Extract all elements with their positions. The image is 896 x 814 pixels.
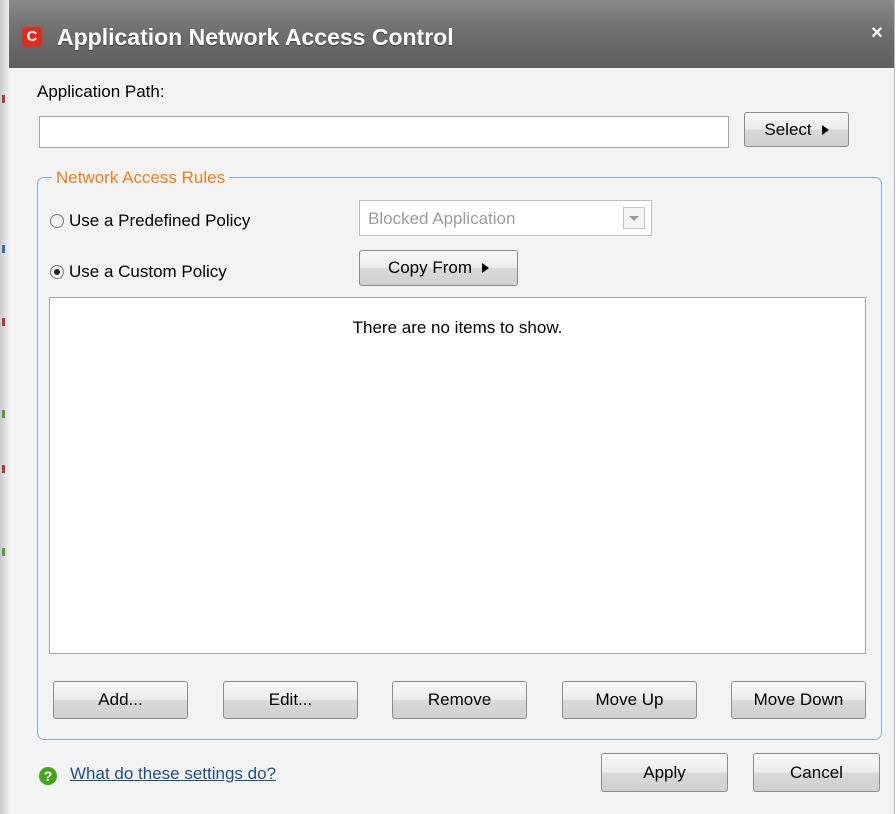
copy-from-label: Copy From (387, 258, 473, 277)
window-title: Application Network Access Control (57, 24, 454, 50)
copy-from-button[interactable]: Copy From (359, 250, 518, 286)
edge-mark (2, 245, 5, 253)
title-bar[interactable]: C Application Network Access Control × (9, 0, 894, 68)
edge-mark (2, 95, 5, 103)
close-icon[interactable]: × (866, 22, 888, 44)
radio-button[interactable] (50, 214, 64, 228)
custom-policy-label: Use a Custom Policy (69, 262, 227, 281)
help-link[interactable]: What do these settings do? (70, 764, 276, 784)
move-up-button[interactable]: Move Up (562, 681, 697, 719)
dropdown-arrow-icon[interactable] (623, 207, 645, 229)
help-icon[interactable]: ? (39, 767, 57, 785)
edge-mark (2, 410, 5, 418)
edge-mark (2, 465, 5, 473)
select-button-label: Select (764, 119, 812, 139)
application-path-input[interactable] (39, 116, 729, 148)
edge-mark (2, 548, 5, 556)
move-down-button[interactable]: Move Down (731, 681, 866, 719)
predefined-policy-radio[interactable]: Use a Predefined Policy (50, 211, 250, 231)
application-path-label: Application Path: (37, 82, 165, 101)
apply-button[interactable]: Apply (601, 753, 728, 792)
rules-list[interactable]: There are no items to show. (49, 297, 866, 654)
add-button[interactable]: Add... (53, 681, 188, 719)
app-logo-icon: C (22, 27, 42, 47)
select-button[interactable]: Select (744, 112, 849, 147)
edge-mark (2, 318, 5, 326)
predefined-policy-label: Use a Predefined Policy (69, 211, 251, 230)
radio-button-selected[interactable] (50, 265, 64, 279)
dialog-window: C Application Network Access Control × A… (9, 0, 895, 814)
network-access-rules-title: Network Access Rules (52, 168, 230, 188)
arrow-right-icon (482, 263, 490, 273)
edit-button[interactable]: Edit... (223, 681, 358, 719)
arrow-right-icon (821, 124, 829, 135)
cancel-button[interactable]: Cancel (753, 753, 880, 792)
predefined-policy-value: Blocked Application (368, 209, 516, 228)
remove-button[interactable]: Remove (392, 681, 527, 719)
background-edge (0, 0, 9, 814)
predefined-policy-select[interactable]: Blocked Application (359, 200, 652, 236)
custom-policy-radio[interactable]: Use a Custom Policy (50, 262, 227, 282)
empty-list-message: There are no items to show. (352, 318, 563, 337)
